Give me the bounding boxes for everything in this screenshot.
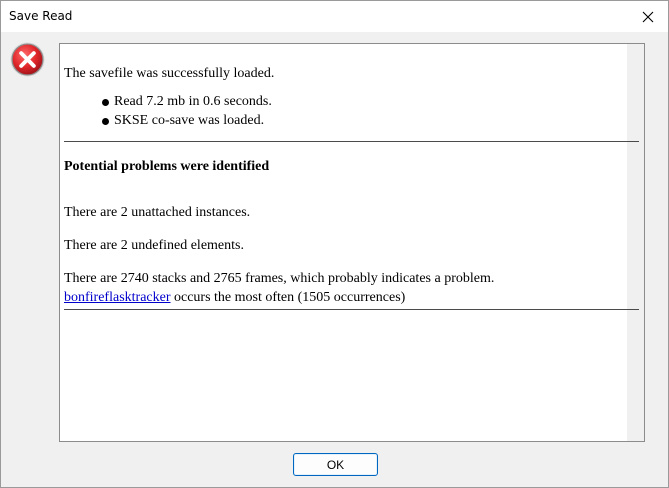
- close-button[interactable]: [634, 5, 662, 29]
- scrollbar[interactable]: [627, 44, 644, 441]
- stacks-text: There are 2740 stacks and 2765 frames, w…: [64, 271, 495, 286]
- most-often-line: bonfireflasktracker occurs the most ofte…: [64, 290, 405, 306]
- loaded-text: The savefile was successfully loaded.: [64, 66, 275, 81]
- report-panel[interactable]: The savefile was successfully loaded. Re…: [59, 43, 645, 442]
- bonfireflasktracker-link[interactable]: bonfireflasktracker: [64, 290, 171, 305]
- divider: [64, 309, 639, 310]
- save-read-dialog: Save Read The savefile was successfully …: [0, 0, 669, 488]
- list-item: Read 7.2 mb in 0.6 seconds.: [102, 94, 272, 110]
- divider: [64, 141, 639, 142]
- ok-button[interactable]: OK: [293, 453, 378, 476]
- undefined-text: There are 2 undefined elements.: [64, 238, 244, 253]
- close-icon: [642, 11, 654, 23]
- list-item: SKSE co-save was loaded.: [102, 113, 264, 129]
- bullet-read: Read 7.2 mb in 0.6 seconds.: [114, 94, 272, 109]
- bullet-icon: [102, 117, 109, 125]
- problems-heading: Potential problems were identified: [64, 159, 270, 174]
- most-often-suffix: occurs the most often (1505 occurrences): [170, 290, 406, 305]
- bullet-skse: SKSE co-save was loaded.: [114, 113, 265, 128]
- window-title: Save Read: [9, 9, 73, 23]
- title-bar: Save Read: [1, 1, 668, 32]
- error-icon: [10, 42, 45, 77]
- unattached-text: There are 2 unattached instances.: [64, 205, 251, 220]
- bullet-icon: [102, 98, 109, 106]
